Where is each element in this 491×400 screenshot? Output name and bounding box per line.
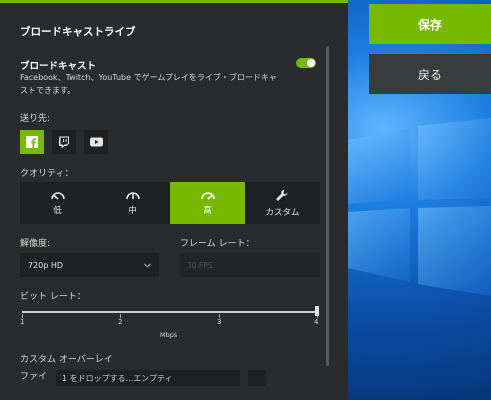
broadcast-toggle[interactable] [296,58,316,68]
destination-facebook-button[interactable] [20,130,44,154]
wrench-icon [276,189,288,201]
panel-scrollbar[interactable] [326,46,329,366]
quality-medium-label: 中 [128,206,137,216]
save-button[interactable]: 保存 [369,4,491,44]
quality-high-button[interactable]: 高 [170,182,245,224]
broadcast-label: ブロードキャスト [20,61,97,72]
panel-accent-bar [0,0,348,3]
bitrate-unit: Mbps [160,331,178,339]
bitrate-tick-label: 2 [118,318,123,326]
resolution-value: 720p HD [28,260,64,270]
bitrate-slider-track[interactable] [22,311,318,313]
quality-low-label: 低 [53,206,62,216]
quality-high-label: 高 [203,206,212,216]
quality-medium-button[interactable]: 中 [95,182,170,224]
windows-logo [348,118,491,296]
gauge-medium-icon [125,192,140,200]
toggle-knob [307,59,315,67]
framerate-label: フレーム レート： [180,239,255,249]
destination-label: 送り先: [20,114,51,124]
overlay-file-label: ファイ [20,372,48,382]
destination-youtube-button[interactable] [84,130,108,154]
broadcast-description-line-1: Facebook、Twitch、YouTube でゲームプレイをライブ・ブロード… [20,73,277,82]
overlay-file-input[interactable]: 1 をドロップする...エンプティ [56,370,240,386]
quality-low-button[interactable]: 低 [20,182,95,224]
facebook-icon [26,136,38,148]
framerate-value: 30 FPS [187,260,213,270]
gauge-high-icon [200,192,215,200]
broadcast-panel: ブロードキャストライブ ブロードキャスト Facebook、Twitch、You… [0,0,348,400]
quality-selector: 低 中 高 カスタム [20,182,320,224]
twitch-icon [59,136,69,148]
framerate-field[interactable]: 30 FPS [180,253,320,277]
overlay-file-value: 1 をドロップする...エンプティ [62,373,173,383]
destination-twitch-button[interactable] [52,130,76,154]
panel-title: ブロードキャストライブ [20,26,136,38]
quality-custom-label: カスタム [265,207,300,218]
overlay-browse-button[interactable] [248,370,266,386]
broadcast-description-line-2: ストできます。 [20,86,76,95]
quality-label: クオリティ： [20,169,74,179]
bitrate-tick-label: 1 [20,318,25,326]
bitrate-tick-label: 4 [314,318,319,326]
resolution-dropdown[interactable]: 720p HD [20,253,159,277]
back-button[interactable]: 戻る [369,54,491,94]
broadcast-description: Facebook、Twitch、YouTube でゲームプレイをライブ・ブロード… [20,71,277,97]
chevron-down-icon [144,262,151,268]
custom-overlay-label: カスタム オーバーレイ [20,355,113,365]
bitrate-tick-label: 3 [217,318,222,326]
bitrate-label: ビット レート： [20,292,86,302]
quality-custom-button[interactable]: カスタム [245,182,320,224]
youtube-icon [89,137,103,147]
resolution-label: 解像度: [20,239,51,249]
gauge-low-icon [50,192,65,200]
